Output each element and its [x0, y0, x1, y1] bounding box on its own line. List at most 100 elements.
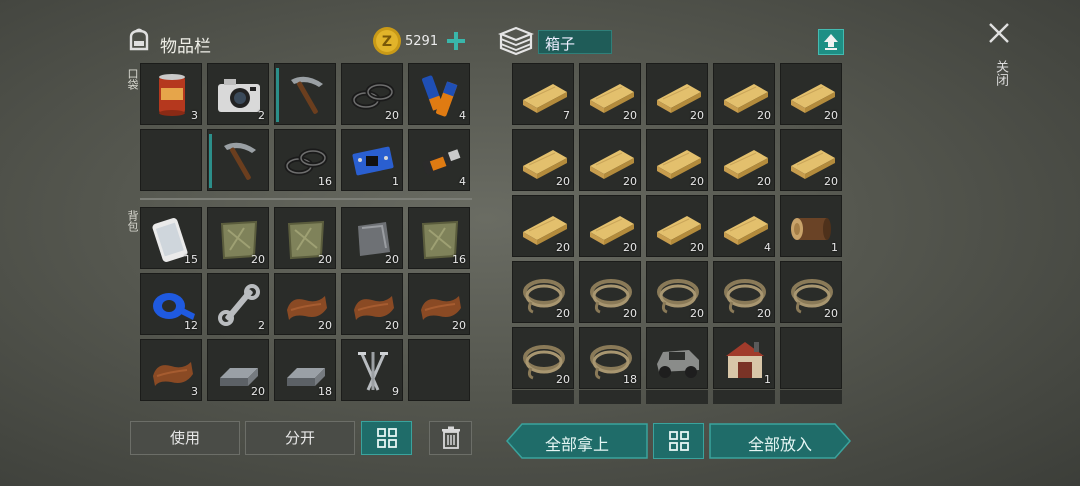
- box-slot[interactable]: 20: [780, 63, 842, 125]
- box-slot[interactable]: 4: [713, 195, 775, 257]
- box-slot[interactable]: 20: [512, 261, 574, 323]
- box-slot[interactable]: 20: [579, 261, 641, 323]
- usb-drive-icon: [422, 149, 461, 175]
- box-slot[interactable]: 7: [512, 63, 574, 125]
- backpack-slot[interactable]: 20: [207, 339, 269, 401]
- item-count: 20: [556, 175, 570, 188]
- item-count: 3: [191, 109, 198, 122]
- pocket-slot[interactable]: 3: [140, 63, 202, 125]
- backpack-slot[interactable]: 20: [207, 207, 269, 269]
- backpack-slot[interactable]: 20: [274, 273, 336, 335]
- take-all-label: 全部拿上: [544, 435, 609, 454]
- box-title-field[interactable]: 箱子: [538, 30, 612, 54]
- item-count: 20: [824, 109, 838, 122]
- pocket-slot[interactable]: 20: [341, 63, 403, 125]
- take-all-button[interactable]: 全部拿上: [505, 423, 648, 459]
- box-slot[interactable]: [780, 327, 842, 389]
- box-slot[interactable]: 20: [713, 129, 775, 191]
- box-grid-next-row: [512, 390, 844, 404]
- box-slot[interactable]: 18: [579, 327, 641, 389]
- plank-icon: [523, 84, 567, 113]
- close-button[interactable]: 关闭: [984, 20, 1014, 100]
- item-count: 15: [184, 253, 198, 266]
- box-slot[interactable]: 20: [646, 63, 708, 125]
- add-coins-button[interactable]: [444, 28, 468, 54]
- box-title: 箱子: [545, 35, 576, 53]
- canned-food-icon: [159, 74, 185, 116]
- log-icon: [791, 218, 831, 240]
- put-all-button[interactable]: 全部放入: [709, 423, 852, 459]
- box-slot[interactable]: 20: [713, 63, 775, 125]
- box-slot[interactable]: 20: [646, 195, 708, 257]
- item-count: 4: [764, 241, 771, 254]
- use-button[interactable]: 使用: [130, 421, 240, 455]
- box-slot[interactable]: 20: [579, 195, 641, 257]
- pocket-label: 口袋: [126, 68, 139, 90]
- split-button[interactable]: 分开: [245, 421, 355, 455]
- box-slot[interactable]: 20: [579, 63, 641, 125]
- trash-icon: [441, 426, 460, 449]
- item-count: 20: [623, 175, 637, 188]
- trash-button[interactable]: [429, 421, 472, 455]
- backpack-slot[interactable]: 2: [207, 273, 269, 335]
- grid-icon: [376, 428, 397, 448]
- item-count: 20: [690, 307, 704, 320]
- backpack-slot[interactable]: 18: [274, 339, 336, 401]
- box-slot[interactable]: 20: [646, 129, 708, 191]
- item-count: 20: [623, 307, 637, 320]
- backpack-slot[interactable]: 20: [274, 207, 336, 269]
- box-slot[interactable]: 20: [512, 129, 574, 191]
- item-count: 4: [459, 109, 466, 122]
- pocket-slot[interactable]: 16: [274, 129, 336, 191]
- item-count: 20: [251, 253, 265, 266]
- box-slot[interactable]: 1: [780, 195, 842, 257]
- item-count: 2: [258, 319, 265, 332]
- backpack-slot[interactable]: 20: [341, 207, 403, 269]
- pocket-slot[interactable]: 1: [341, 129, 403, 191]
- box-slot[interactable]: 20: [579, 129, 641, 191]
- backpack-icon: [126, 28, 152, 52]
- sort-box-button[interactable]: [653, 423, 704, 459]
- item-count: 20: [556, 373, 570, 386]
- item-count: 7: [563, 109, 570, 122]
- backpack-slot[interactable]: 12: [140, 273, 202, 335]
- pocket-slot[interactable]: 4: [408, 129, 470, 191]
- wrench-icon: [218, 284, 260, 326]
- pocket-slot[interactable]: [140, 129, 202, 191]
- backpack-slot[interactable]: 9: [341, 339, 403, 401]
- plank-icon: [724, 216, 768, 245]
- box-slot[interactable]: 1: [713, 327, 775, 389]
- item-count: 20: [385, 109, 399, 122]
- backpack-slot[interactable]: 15: [140, 207, 202, 269]
- item-count: 20: [757, 307, 771, 320]
- item-count: 20: [556, 241, 570, 254]
- put-all-label: 全部放入: [747, 435, 812, 454]
- box-slot[interactable]: 20: [780, 129, 842, 191]
- item-count: 16: [318, 175, 332, 188]
- box-slot[interactable]: 20: [646, 261, 708, 323]
- item-count: 20: [824, 307, 838, 320]
- sort-inventory-button[interactable]: [361, 421, 412, 455]
- pocket-slot[interactable]: [207, 129, 269, 191]
- box-slot[interactable]: 20: [512, 195, 574, 257]
- backpack-slot[interactable]: 3: [140, 339, 202, 401]
- pocket-slot[interactable]: 4: [408, 63, 470, 125]
- backpack-slot[interactable]: 20: [341, 273, 403, 335]
- inventory-title: 物品栏: [160, 37, 211, 57]
- nails-icon: [358, 352, 388, 391]
- pocket-slot[interactable]: 2: [207, 63, 269, 125]
- backpack-slot[interactable]: 20: [408, 273, 470, 335]
- item-count: 9: [392, 385, 399, 398]
- item-count: 20: [757, 175, 771, 188]
- backpack-slot[interactable]: [408, 339, 470, 401]
- box-slot[interactable]: 20: [512, 327, 574, 389]
- durability-bar: [209, 134, 212, 188]
- box-slot[interactable]: [646, 327, 708, 389]
- pocket-slot[interactable]: [274, 63, 336, 125]
- backpack-slot[interactable]: 16: [408, 207, 470, 269]
- workshop-building-icon: [726, 342, 764, 378]
- box-slot[interactable]: 20: [780, 261, 842, 323]
- upload-button[interactable]: [818, 29, 844, 55]
- item-count: 20: [452, 319, 466, 332]
- box-slot[interactable]: 20: [713, 261, 775, 323]
